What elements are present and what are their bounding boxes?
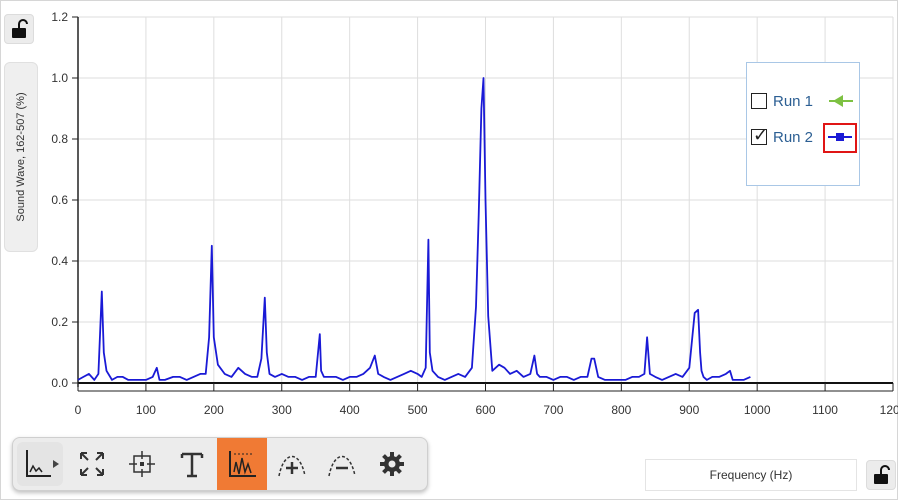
expand-arrows-icon: [80, 452, 104, 476]
crosshair-icon: [129, 451, 155, 477]
selected-series-highlight[interactable]: [823, 123, 857, 153]
x-tick-label: 1100: [812, 403, 838, 417]
x-tick-label: 700: [543, 403, 563, 417]
graph-type-button[interactable]: [17, 442, 63, 486]
legend-item-run-2[interactable]: ✓ Run 2: [751, 125, 813, 149]
annotate-button[interactable]: [167, 438, 217, 490]
x-tick-label: 800: [611, 403, 631, 417]
x-tick-label: 100: [136, 403, 156, 417]
remove-curve-fit-button[interactable]: [317, 438, 367, 490]
graph-tool-icon: [229, 451, 256, 477]
chart-series: [77, 77, 751, 381]
square-marker-icon: [828, 133, 852, 141]
y-tick-label: 0.2: [51, 315, 68, 329]
x-tick-label: 900: [679, 403, 699, 417]
y-tick-label: 0.0: [51, 376, 68, 390]
x-tick-label: 200: [204, 403, 224, 417]
x-tick-label: 1200: [880, 403, 898, 417]
axes-dropdown-icon: [26, 450, 59, 477]
autoscale-button[interactable]: [67, 438, 117, 490]
triangle-marker-icon: [829, 95, 853, 107]
gear-icon: [380, 452, 404, 476]
graph-options-button[interactable]: [217, 438, 267, 490]
x-axis-label: Frequency (Hz): [709, 468, 793, 482]
lock-icon[interactable]: [866, 460, 896, 490]
x-tick-label: 400: [340, 403, 360, 417]
lock-icon[interactable]: [4, 14, 34, 44]
x-tick-label: 1000: [744, 403, 771, 417]
curve-plus-icon: [278, 455, 306, 477]
x-tick-label: 600: [475, 403, 495, 417]
legend: Run 1 ✓ Run 2: [746, 62, 860, 186]
graph-toolbar: [12, 437, 428, 491]
y-tick-label: 1.2: [51, 10, 68, 24]
settings-button[interactable]: [367, 438, 417, 490]
x-tick-label: 500: [408, 403, 428, 417]
x-tick-label: 300: [272, 403, 292, 417]
y-tick-label: 0.8: [51, 132, 68, 146]
checkbox-run-2[interactable]: ✓: [751, 125, 768, 145]
y-tick-label: 0.6: [51, 193, 68, 207]
y-tick-label: 0.4: [51, 254, 68, 268]
text-T-icon: [180, 452, 204, 478]
checkbox-run-1[interactable]: [751, 93, 767, 109]
y-axis-ticks: 0.0 0.2 0.4 0.6 0.8 1.0 1.2: [51, 10, 78, 390]
series-line-run-2: [77, 77, 751, 381]
y-tick-label: 1.0: [51, 71, 68, 85]
examine-button[interactable]: [117, 438, 167, 490]
legend-label-run-2: Run 2: [773, 128, 814, 146]
add-curve-fit-button[interactable]: [267, 438, 317, 490]
legend-item-run-1[interactable]: Run 1: [751, 89, 813, 113]
x-axis-ticks: 0 100 200 300 400 500 600 700 800 900 1000 1100 1200: [75, 383, 898, 417]
y-axis-label-button[interactable]: Sound Wave, 162-507 (%): [4, 62, 38, 252]
curve-minus-icon: [328, 455, 356, 477]
y-axis-label: Sound Wave, 162-507 (%): [15, 92, 27, 222]
x-tick-label: 0: [75, 403, 82, 417]
legend-label-run-1: Run 1: [773, 92, 814, 110]
x-axis-label-button[interactable]: Frequency (Hz): [645, 459, 857, 491]
